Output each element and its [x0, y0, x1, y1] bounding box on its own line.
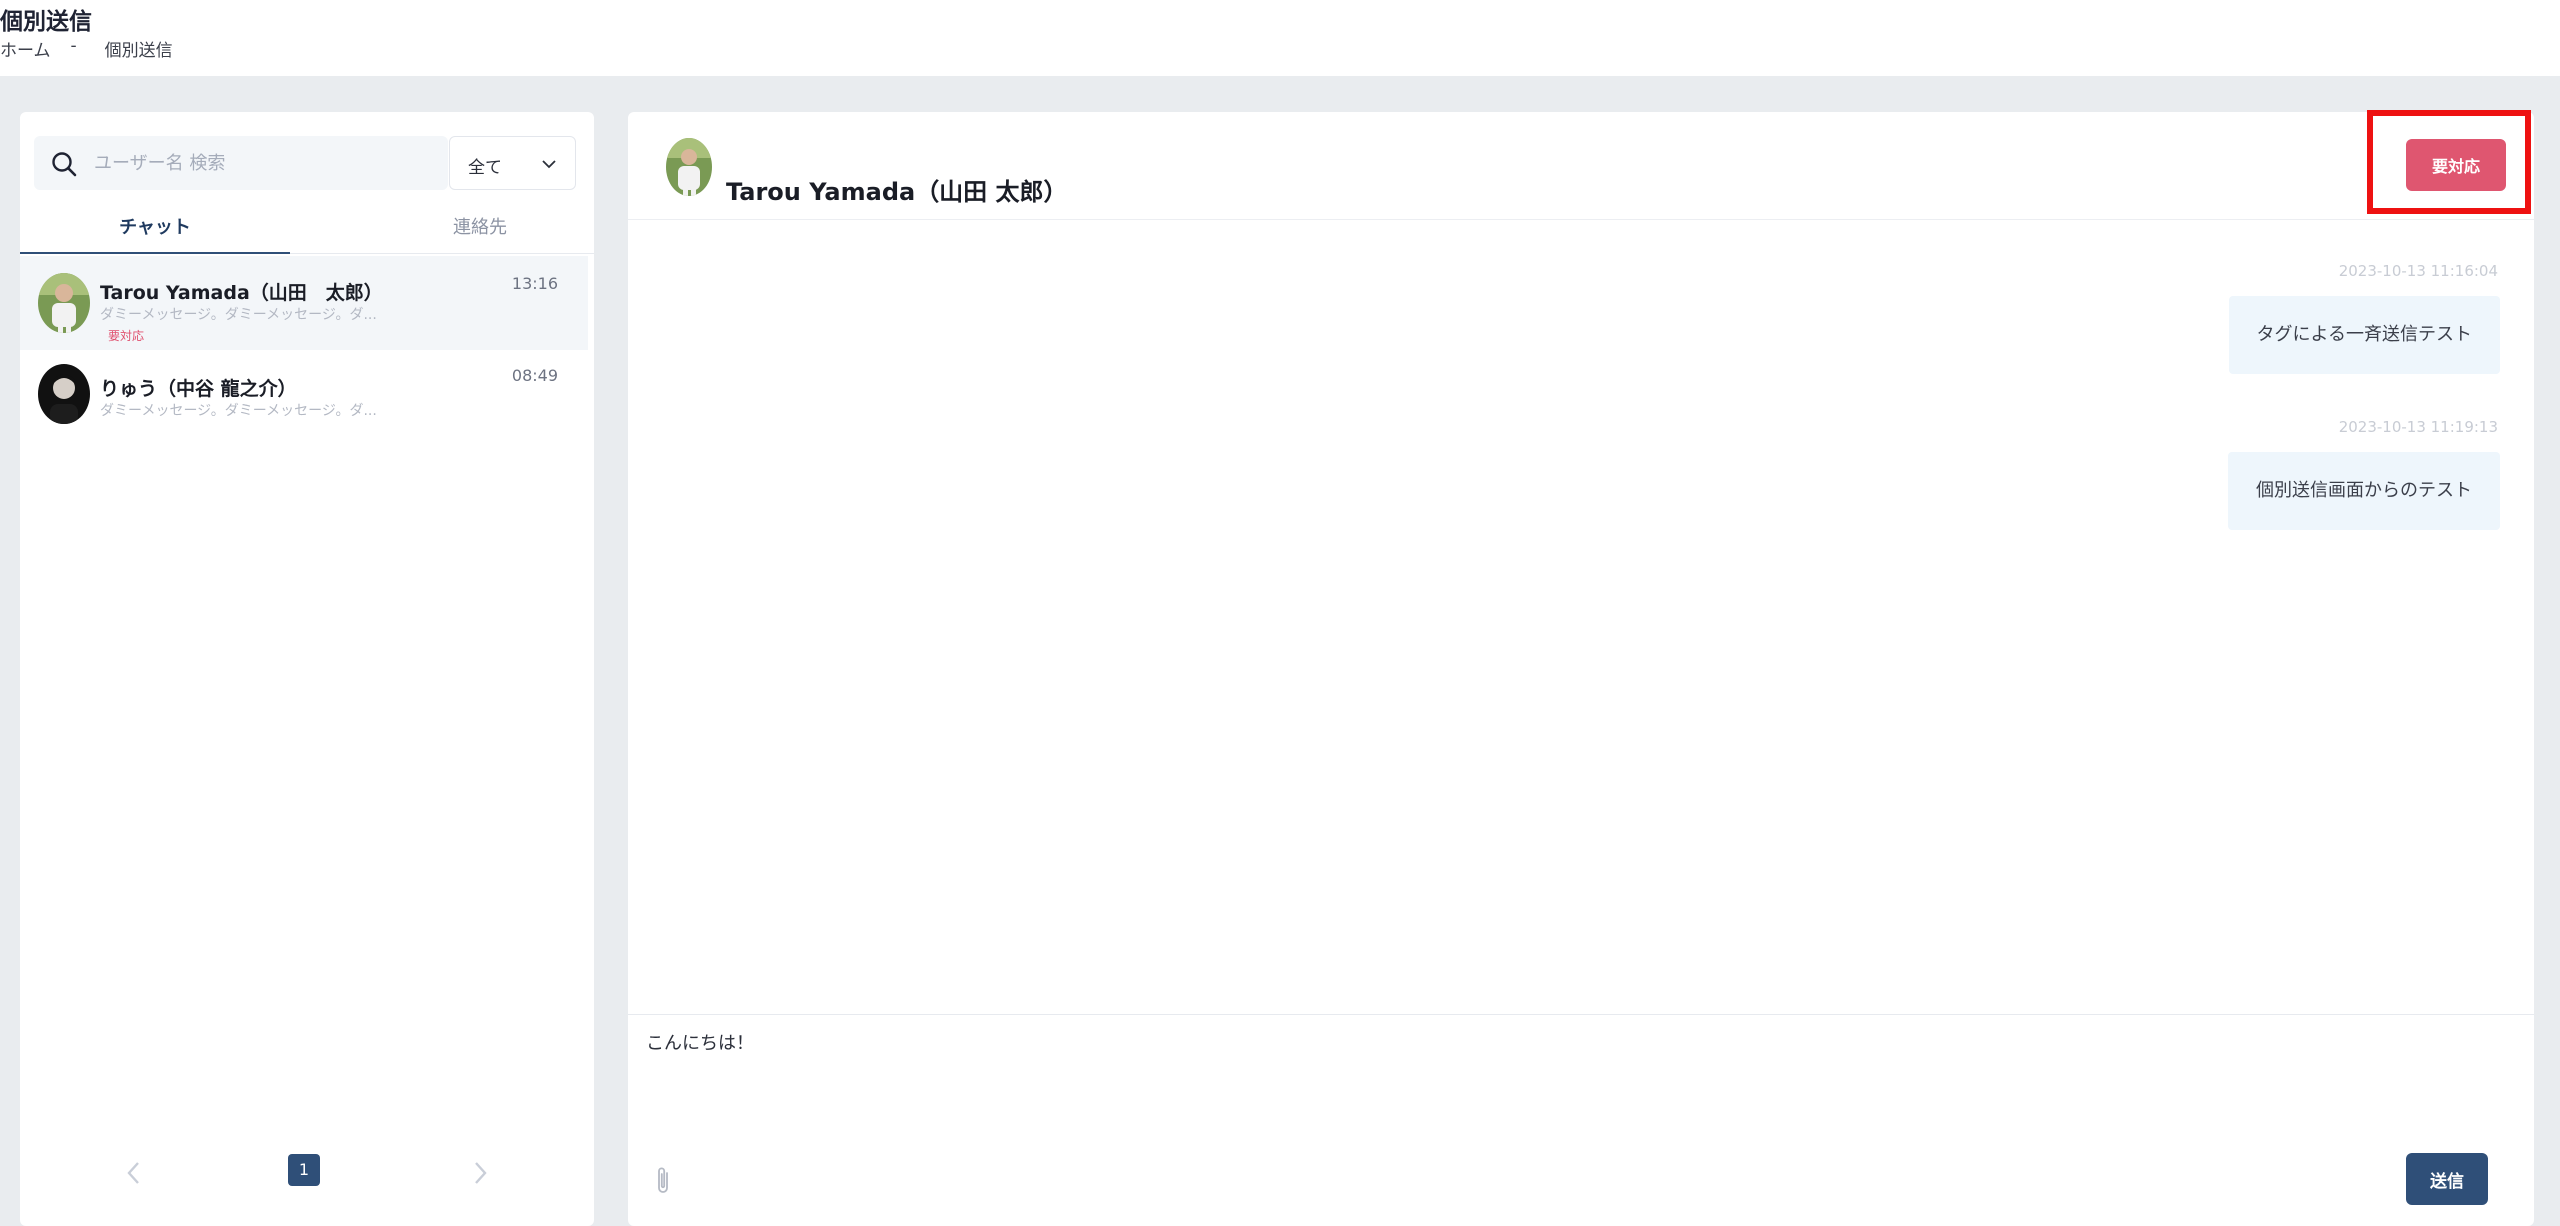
message-timestamp: 2023-10-13 11:16:04	[2338, 262, 2498, 280]
search-input[interactable]	[94, 136, 434, 190]
chat-list-item[interactable]: りゅう（中谷 龍之介） ダミーメッセージ。ダミーメッセージ。ダ... 08:49	[20, 352, 588, 446]
page-number[interactable]: 1	[288, 1154, 320, 1186]
chat-contact-name: りゅう（中谷 龍之介）	[100, 378, 297, 400]
conversation-panel: Tarou Yamada（山田 太郎） 要対応 2023-10-13 11:16…	[628, 110, 2534, 1226]
conversation-header: Tarou Yamada（山田 太郎） 要対応	[628, 110, 2534, 220]
filter-select-value: 全て	[468, 158, 502, 178]
chevron-down-icon	[542, 160, 556, 169]
breadcrumb-home[interactable]: ホーム	[0, 36, 51, 61]
chevron-left-icon[interactable]	[122, 1160, 146, 1186]
chat-list-item[interactable]: Tarou Yamada（山田 太郎） ダミーメッセージ。ダミーメッセージ。ダ.…	[20, 256, 588, 350]
chat-preview: ダミーメッセージ。ダミーメッセージ。ダ...	[100, 403, 377, 419]
search-box	[34, 136, 448, 190]
tab-chat[interactable]: チャット	[20, 212, 290, 254]
tab-contacts[interactable]: 連絡先	[345, 212, 615, 254]
breadcrumb-separator: -	[70, 36, 77, 56]
chat-time: 13:16	[511, 274, 558, 293]
message-composer: こんにちは！ 送信	[628, 1014, 2534, 1226]
message-bubble: タグによる一斉送信テスト	[2228, 296, 2500, 374]
chat-tabs: チャット 連絡先	[20, 212, 594, 254]
chat-contact-name: Tarou Yamada（山田 太郎）	[100, 282, 383, 304]
search-icon	[52, 152, 77, 177]
paperclip-icon[interactable]	[654, 1165, 672, 1197]
breadcrumb: ホーム - 個別送信	[0, 36, 173, 61]
chat-list-panel: 全て チャット 連絡先 Tarou Yamada（山田 太郎） ダミーメッセージ…	[20, 112, 594, 1226]
message-timestamp: 2023-10-13 11:19:13	[2338, 418, 2498, 436]
page-title: 個別送信	[0, 9, 92, 35]
page-header: 個別送信 ホーム - 個別送信	[0, 0, 2560, 76]
avatar	[38, 273, 90, 333]
message-bubble: 個別送信画面からのテスト	[2228, 452, 2500, 530]
status-badge: 要対応	[108, 329, 145, 343]
breadcrumb-current: 個別送信	[104, 41, 173, 61]
avatar	[666, 138, 712, 196]
avatar	[38, 364, 90, 424]
pagination: 1	[20, 1154, 594, 1194]
send-button[interactable]: 送信	[2406, 1153, 2488, 1205]
conversation-contact-name: Tarou Yamada（山田 太郎）	[726, 178, 1068, 206]
message-input[interactable]: こんにちは！	[646, 1029, 2446, 1149]
urgent-status-button[interactable]: 要対応	[2406, 139, 2506, 191]
chat-time: 08:49	[511, 366, 558, 385]
chevron-right-icon[interactable]	[468, 1160, 492, 1186]
chat-preview: ダミーメッセージ。ダミーメッセージ。ダ...	[100, 307, 377, 323]
filter-select[interactable]: 全て	[449, 136, 576, 190]
